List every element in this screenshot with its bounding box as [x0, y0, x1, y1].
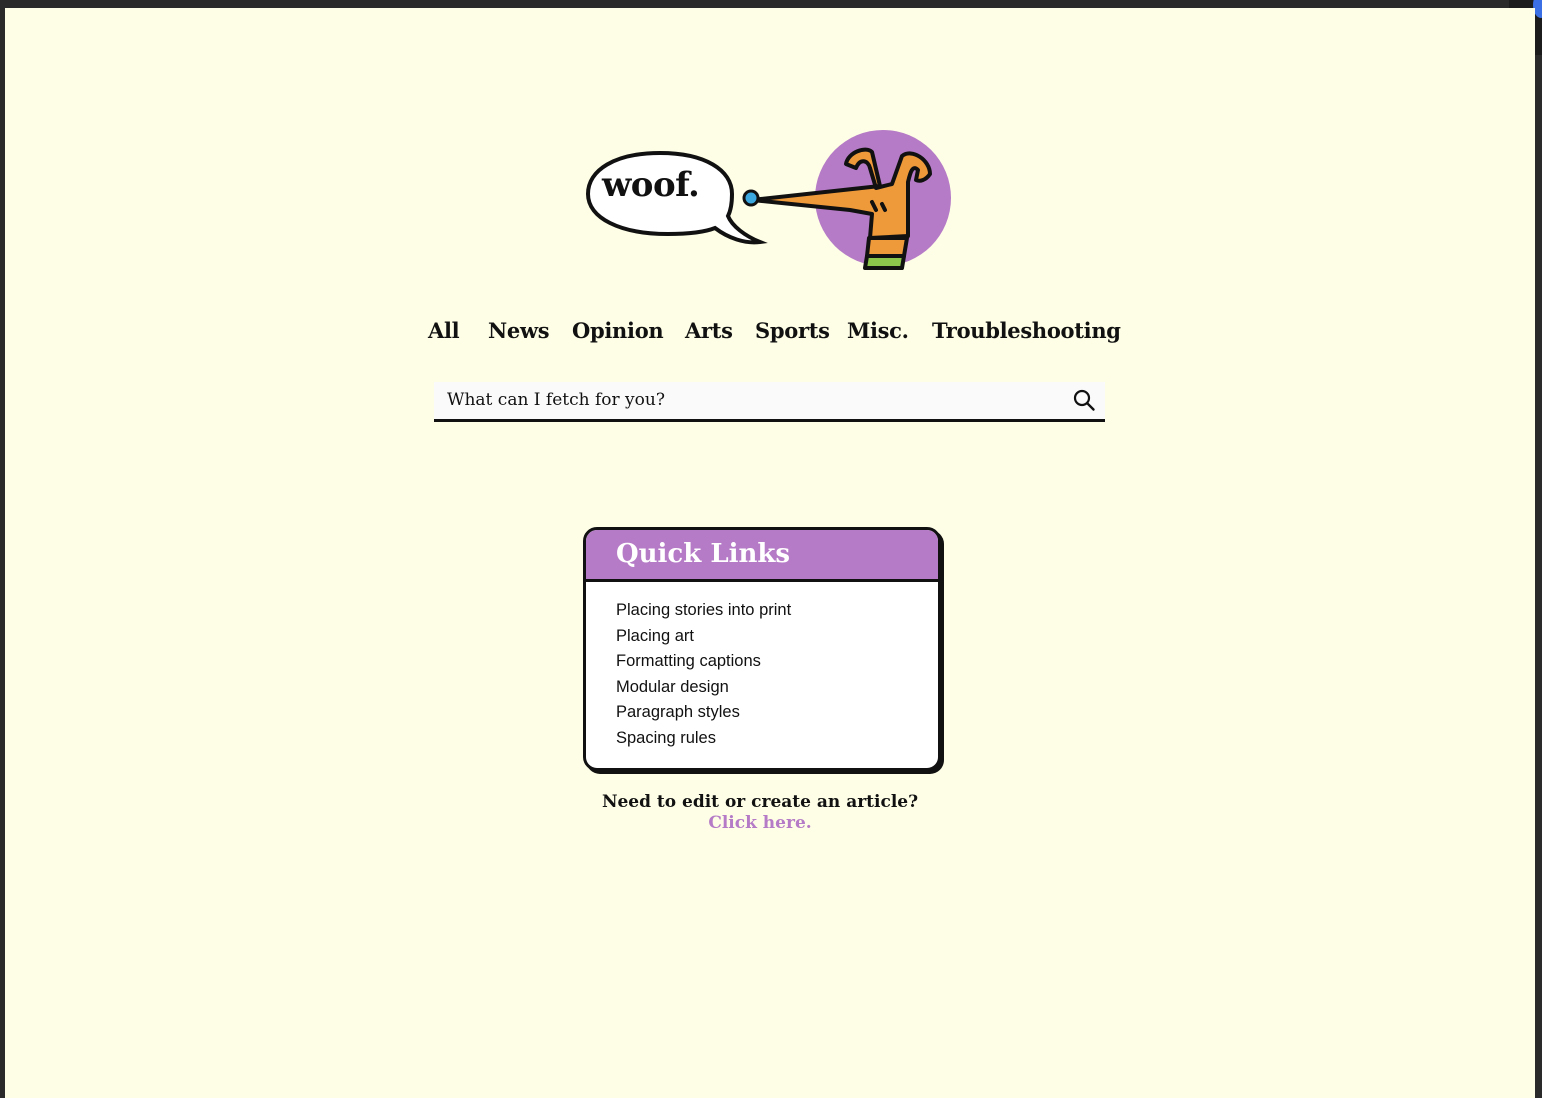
quick-link[interactable]: Modular design: [616, 678, 729, 696]
category-nav: All News Opinion Arts Sports Misc. Troub…: [420, 318, 1121, 352]
quick-link[interactable]: Formatting captions: [616, 652, 761, 670]
quick-link[interactable]: Paragraph styles: [616, 703, 740, 721]
list-item: Placing stories into print: [616, 598, 938, 624]
edit-article-question: Need to edit or create an article?: [601, 792, 919, 812]
quick-links-list: Placing stories into print Placing art F…: [586, 582, 938, 751]
list-item: Formatting captions: [616, 649, 938, 675]
list-item: Placing art: [616, 624, 938, 650]
logo-bubble-text: woof.: [602, 165, 700, 205]
quick-links-card: Quick Links Placing stories into print P…: [583, 527, 941, 771]
list-item: Spacing rules: [616, 726, 938, 752]
quick-link[interactable]: Placing art: [616, 627, 694, 645]
quick-links-title: Quick Links: [616, 539, 791, 569]
quick-links-header: Quick Links: [586, 530, 938, 582]
search-icon[interactable]: [1072, 388, 1096, 412]
nav-item-opinion[interactable]: Opinion: [572, 318, 664, 343]
nav-item-sports[interactable]: Sports: [755, 318, 830, 343]
list-item: Paragraph styles: [616, 700, 938, 726]
nav-item-news[interactable]: News: [488, 318, 550, 343]
woof-logo[interactable]: woof.: [580, 118, 960, 278]
edit-article-link[interactable]: Click here.: [708, 813, 811, 834]
list-item: Modular design: [616, 675, 938, 701]
nav-item-arts[interactable]: Arts: [685, 318, 733, 343]
quick-link[interactable]: Spacing rules: [616, 729, 716, 747]
search-bar: [434, 382, 1105, 422]
nav-item-troubleshooting[interactable]: Troubleshooting: [932, 318, 1121, 343]
search-input[interactable]: [447, 387, 1047, 413]
quick-link[interactable]: Placing stories into print: [616, 601, 791, 619]
edit-article-prompt: Need to edit or create an article? Click…: [560, 792, 960, 834]
nav-item-misc[interactable]: Misc.: [847, 318, 909, 343]
nav-item-all[interactable]: All: [428, 318, 460, 343]
